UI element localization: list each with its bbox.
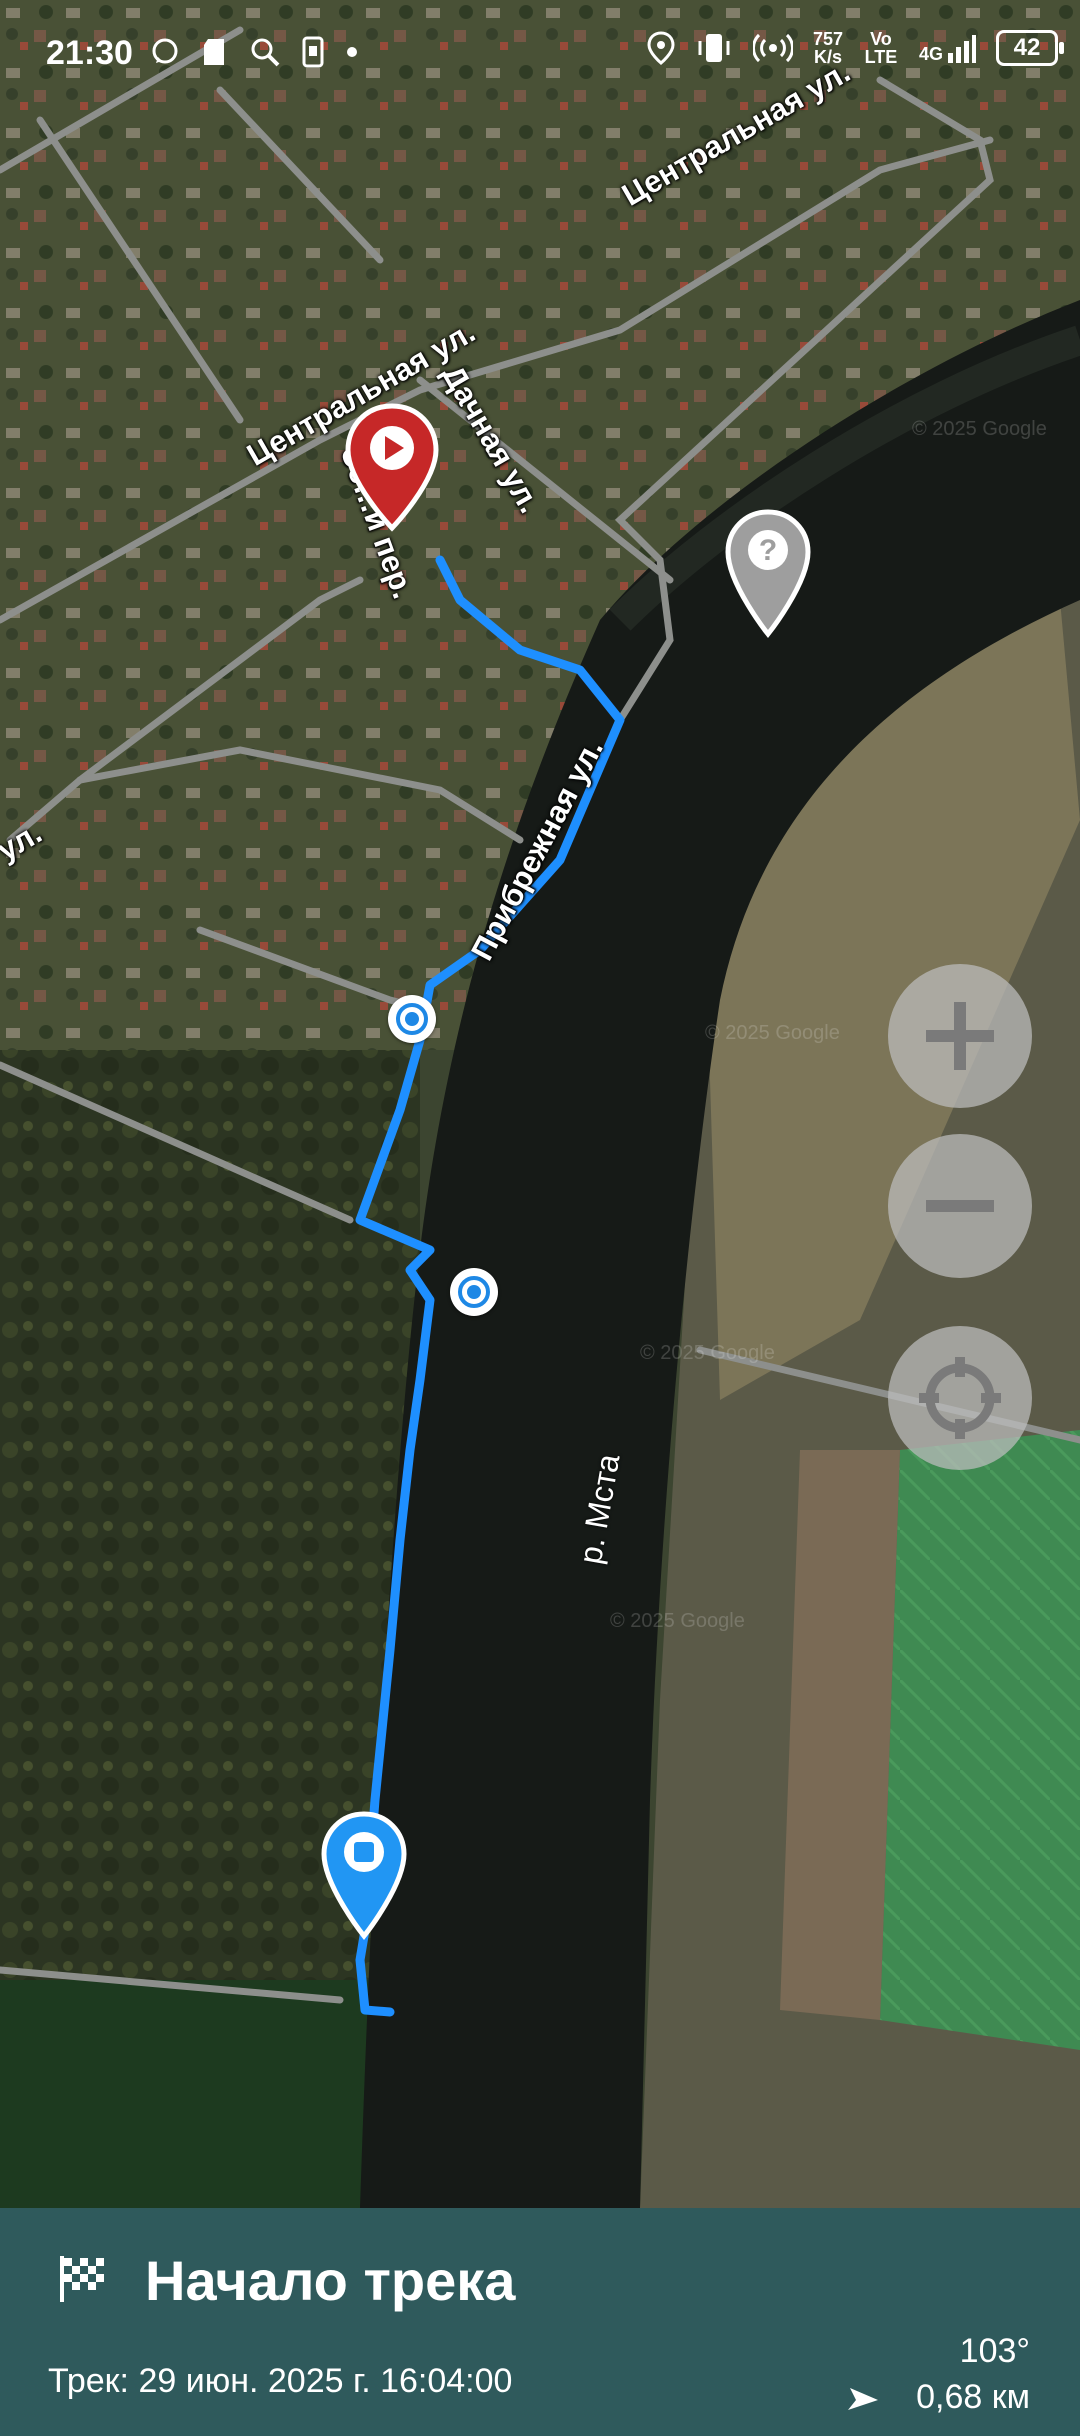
- svg-text:?: ?: [759, 534, 777, 567]
- volte-indicator: Vo LTE: [864, 29, 898, 67]
- vibrate-icon: [698, 34, 730, 62]
- battery-indicator: 42: [996, 30, 1064, 66]
- panel-title: Начало трека: [145, 2249, 516, 2312]
- map-watermark: © 2025 Google: [705, 1022, 840, 1044]
- phone-icon: [302, 36, 324, 68]
- end-marker-icon[interactable]: [320, 1810, 408, 1940]
- signal-icon: [948, 35, 976, 63]
- net-speed-value: 757: [812, 29, 843, 49]
- track-info-panel[interactable]: Начало трека Трек: 29 июн. 2025 г. 16:04…: [0, 2208, 1080, 2436]
- track-timestamp: Трек: 29 июн. 2025 г. 16:04:00: [48, 2362, 513, 2400]
- status-bar: 21:30 757 K/s Vo LTE 4G 42: [0, 0, 1080, 108]
- bearing-value: 103°: [959, 2332, 1030, 2370]
- checkered-flag-icon: [60, 2256, 104, 2302]
- minus-icon: [926, 1200, 994, 1212]
- locate-icon: [919, 1357, 1001, 1439]
- whatsapp-icon: [152, 38, 178, 64]
- net-speed-unit: K/s: [813, 47, 842, 67]
- waypoint-marker-icon[interactable]: [388, 995, 436, 1043]
- my-location-button[interactable]: [888, 1326, 1032, 1470]
- map-watermark: © 2025 Google: [640, 1342, 775, 1364]
- hotspot-icon: [752, 33, 793, 63]
- net-speed: 757 K/s: [813, 30, 843, 66]
- search-icon: [251, 38, 280, 67]
- plus-icon: [926, 1002, 994, 1070]
- dot-icon: [347, 47, 357, 57]
- zoom-in-button[interactable]: [888, 964, 1032, 1108]
- start-marker-icon[interactable]: [340, 402, 444, 532]
- direction-arrow-icon: [848, 2388, 878, 2410]
- network-type: 4G: [918, 44, 943, 64]
- status-time: 21:30: [46, 34, 133, 72]
- map-watermark: © 2025 Google: [912, 418, 1047, 440]
- location-icon: [647, 31, 675, 65]
- map-watermark: © 2025 Google: [610, 1610, 745, 1632]
- sd-card-icon: [204, 39, 224, 65]
- zoom-out-button[interactable]: [888, 1134, 1032, 1278]
- satellite-imagery: [0, 0, 1080, 2208]
- map-view[interactable]: © 2025 Google © 2025 Google © 2025 Googl…: [0, 0, 1080, 2208]
- waypoint-marker-icon[interactable]: [450, 1268, 498, 1316]
- unknown-point-marker-icon[interactable]: ?: [724, 508, 812, 640]
- distance-value: 0,68 км: [916, 2378, 1030, 2416]
- signal-indicator: 4G: [919, 33, 976, 63]
